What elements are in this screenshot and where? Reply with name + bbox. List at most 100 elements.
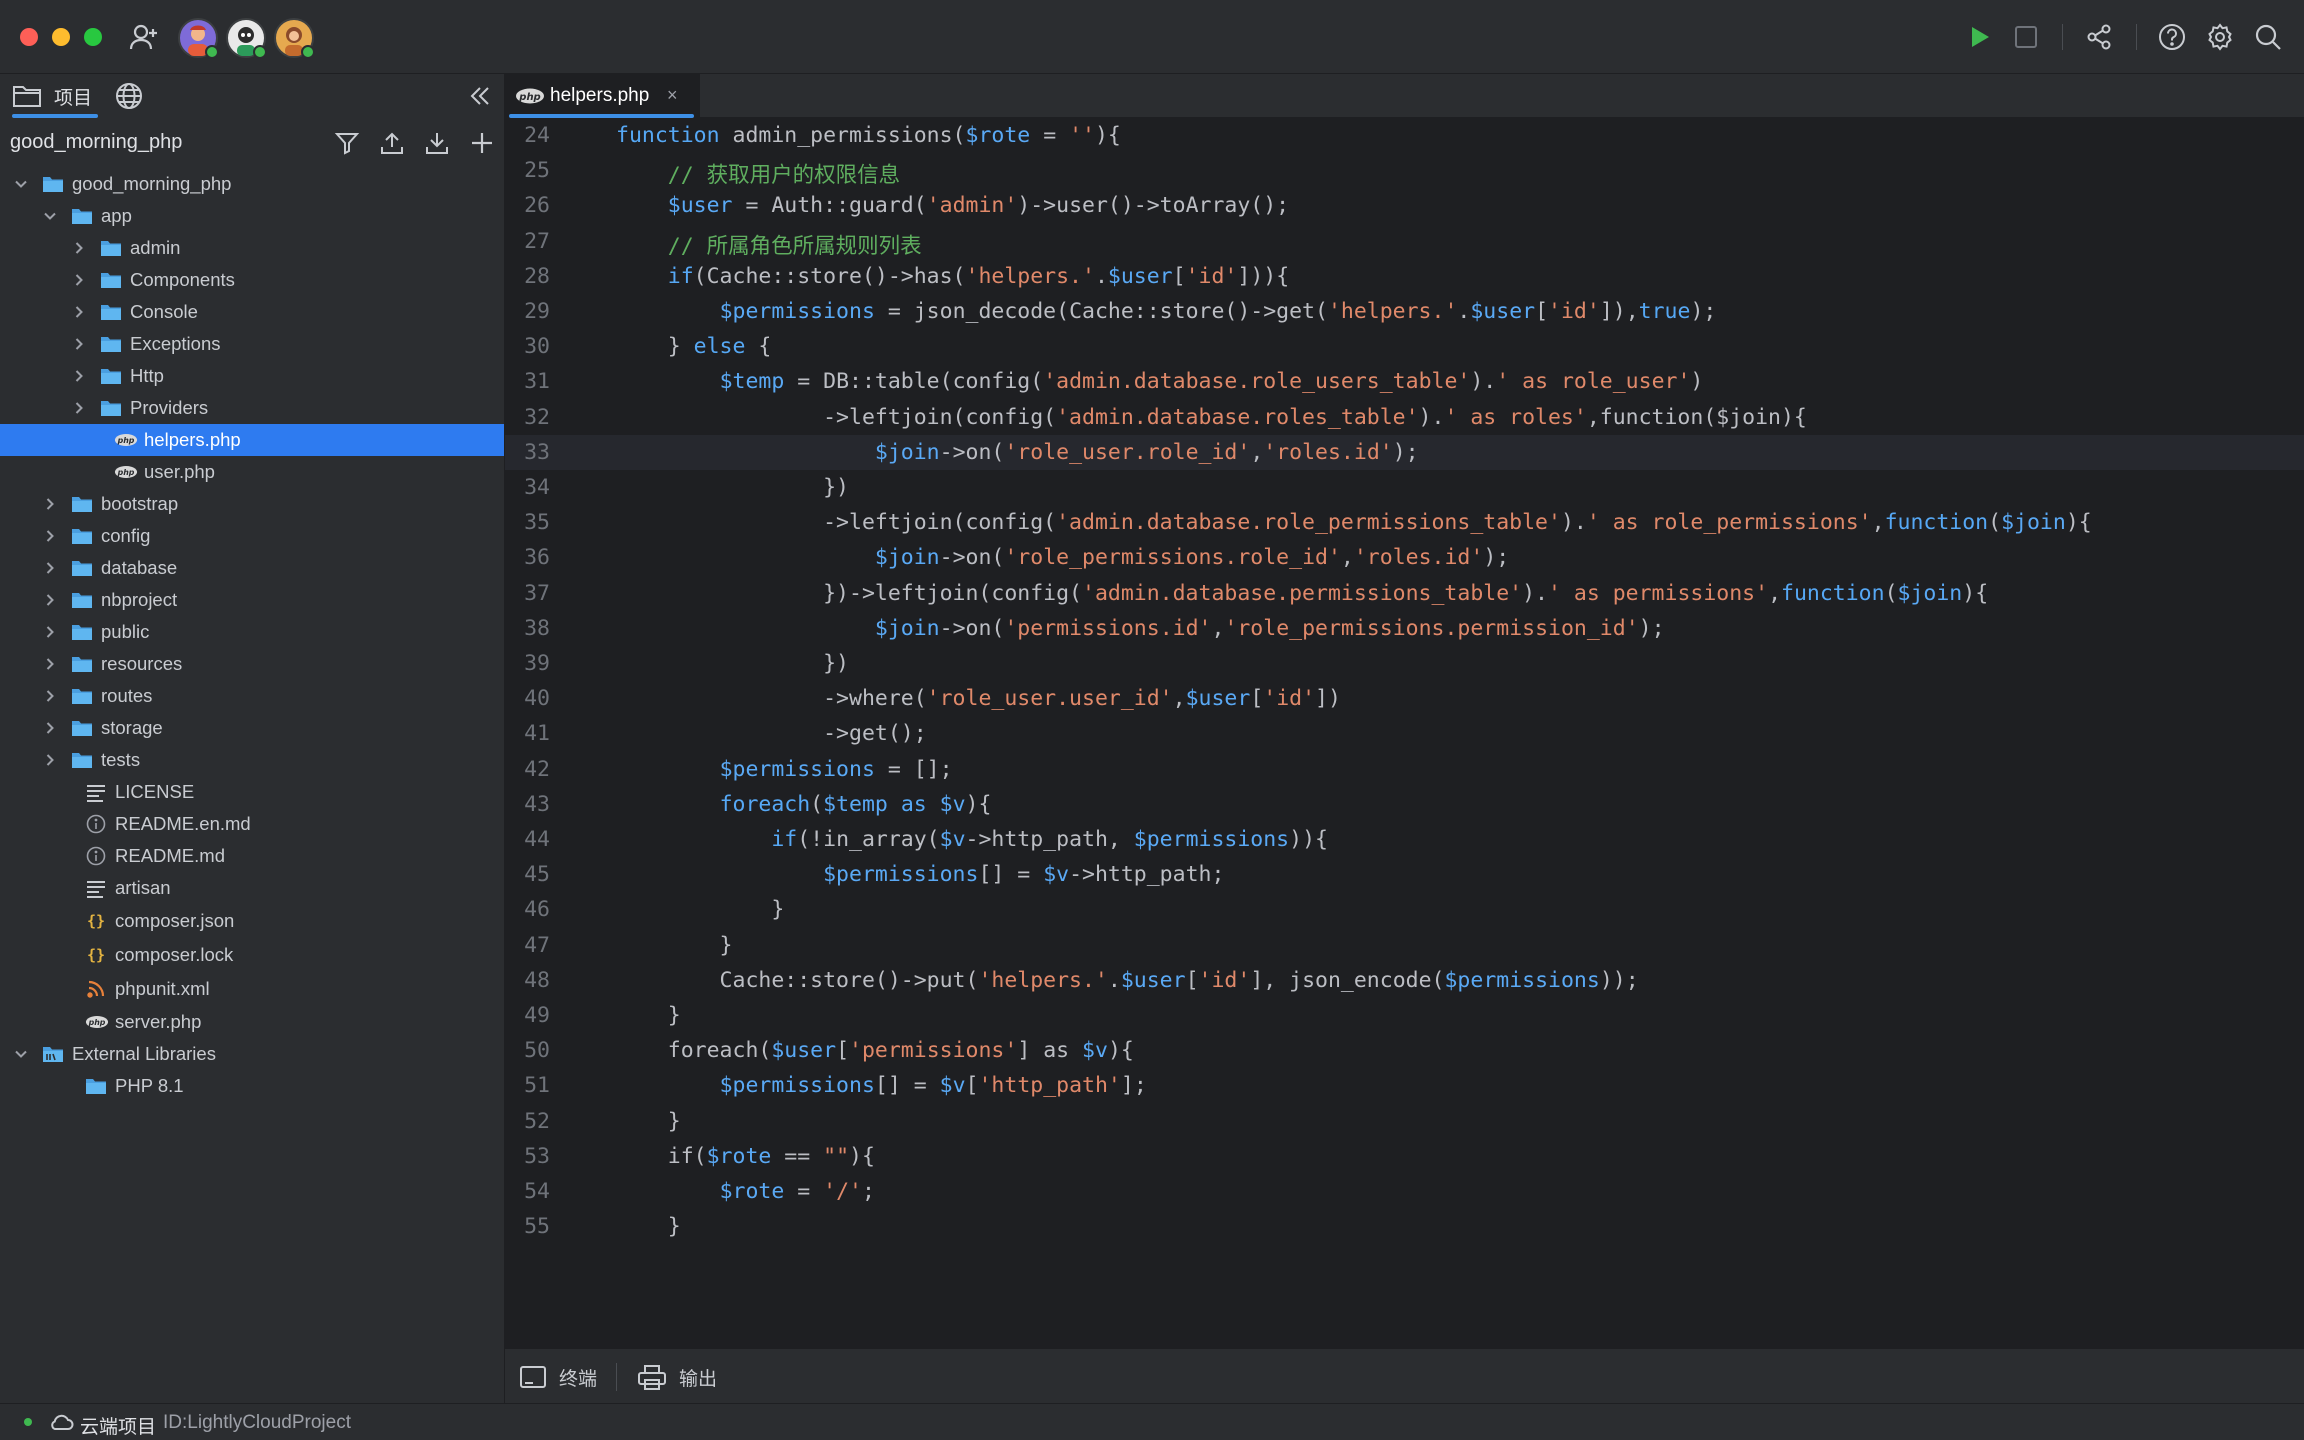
avatar-user-1[interactable] [178,18,219,59]
code-line[interactable]: 29 $permissions = json_decode(Cache::sto… [505,294,2304,329]
code-line[interactable]: 55 } [505,1209,2304,1244]
tree-item[interactable]: Http [0,360,504,392]
settings-gear-icon[interactable] [2201,18,2239,56]
chevron-right-icon[interactable] [42,624,58,640]
tree-item[interactable]: database [0,552,504,584]
code-line[interactable]: 54 $rote = '/'; [505,1174,2304,1209]
code-line[interactable]: 33 $join->on('role_user.role_id','roles.… [505,434,2304,470]
tree-item[interactable]: Console [0,296,504,328]
editor-tab-helpers-php[interactable]: php helpers.php × [505,74,700,118]
tree-item[interactable]: public [0,616,504,648]
tree-item[interactable]: routes [0,680,504,712]
code-line[interactable]: 53 if($rote == ""){ [505,1139,2304,1174]
tree-item[interactable]: artisan [0,872,504,904]
minimize-window-button[interactable] [52,28,70,46]
chevron-right-icon[interactable] [71,400,87,416]
tree-item[interactable]: php user.php [0,456,504,488]
code-line[interactable]: 31 $temp = DB::table(config('admin.datab… [505,364,2304,399]
avatar-user-2[interactable] [226,18,267,59]
tree-item[interactable]: bootstrap [0,488,504,520]
code-line[interactable]: 38 $join->on('permissions.id','role_perm… [505,611,2304,646]
tree-item[interactable]: config [0,520,504,552]
chevron-right-icon[interactable] [42,752,58,768]
tree-item[interactable]: {} composer.lock [0,939,504,971]
chevron-down-icon[interactable] [13,176,29,192]
output-button[interactable]: 输出 [637,1361,717,1393]
tree-item[interactable]: Providers [0,392,504,424]
code-line[interactable]: 41 ->get(); [505,716,2304,751]
upload-icon[interactable] [378,129,406,157]
code-editor[interactable]: 24 function admin_permissions($rote = '')… [505,118,2304,1348]
tree-item[interactable]: Components [0,264,504,296]
tree-item[interactable]: good_morning_php [0,168,504,200]
code-line[interactable]: 42 $permissions = []; [505,752,2304,787]
share-icon[interactable] [2080,18,2118,56]
code-line[interactable]: 43 foreach($temp as $v){ [505,787,2304,822]
chevron-right-icon[interactable] [71,368,87,384]
chevron-right-icon[interactable] [71,272,87,288]
tree-item[interactable]: app [0,200,504,232]
avatar-user-3[interactable] [274,18,315,59]
close-tab-icon[interactable]: × [667,85,678,106]
tree-item[interactable]: README.md [0,840,504,872]
search-icon[interactable] [2249,18,2287,56]
code-line[interactable]: 24 function admin_permissions($rote = '')… [505,118,2304,153]
tree-item[interactable]: README.en.md [0,808,504,840]
chevron-right-icon[interactable] [42,592,58,608]
close-window-button[interactable] [20,28,38,46]
stop-icon[interactable] [2007,18,2045,56]
chevron-right-icon[interactable] [42,560,58,576]
code-line[interactable]: 25 // 获取用户的权限信息 [505,153,2304,188]
code-line[interactable]: 40 ->where('role_user.user_id',$user['id… [505,681,2304,716]
code-line[interactable]: 45 $permissions[] = $v->http_path; [505,857,2304,892]
tree-item[interactable]: phpunit.xml [0,973,504,1005]
maximize-window-button[interactable] [84,28,102,46]
code-line[interactable]: 27 // 所属角色所属规则列表 [505,224,2304,259]
code-line[interactable]: 32 ->leftjoin(config('admin.database.rol… [505,400,2304,435]
tree-item[interactable]: PHP 8.1 [0,1070,504,1102]
code-line[interactable]: 49 } [505,998,2304,1033]
tree-item[interactable]: php server.php [0,1006,504,1038]
code-line[interactable]: 50 foreach($user['permissions'] as $v){ [505,1033,2304,1068]
code-line[interactable]: 46 } [505,892,2304,927]
chevron-right-icon[interactable] [71,240,87,256]
tree-item[interactable]: External Libraries [0,1038,504,1070]
code-line[interactable]: 34 }) [505,470,2304,505]
chevron-right-icon[interactable] [42,496,58,512]
cloud-project-label[interactable]: 云端项目 [80,1412,156,1439]
code-line[interactable]: 36 $join->on('role_permissions.role_id',… [505,540,2304,575]
code-line[interactable]: 37 })->leftjoin(config('admin.database.p… [505,576,2304,611]
add-file-icon[interactable] [468,129,496,157]
code-line[interactable]: 44 if(!in_array($v->http_path, $permissi… [505,822,2304,857]
tree-item[interactable]: LICENSE [0,776,504,808]
chevron-right-icon[interactable] [42,720,58,736]
code-line[interactable]: 52 } [505,1104,2304,1139]
code-line[interactable]: 28 if(Cache::store()->has('helpers.'.$us… [505,259,2304,294]
tree-item[interactable]: Exceptions [0,328,504,360]
tree-item[interactable]: admin [0,232,504,264]
filter-icon[interactable] [333,129,361,157]
chevron-down-icon[interactable] [13,1046,29,1062]
chevron-right-icon[interactable] [71,336,87,352]
add-user-icon[interactable] [125,18,163,56]
run-icon[interactable] [1960,18,1998,56]
help-icon[interactable] [2153,18,2191,56]
chevron-down-icon[interactable] [42,208,58,224]
code-line[interactable]: 39 }) [505,646,2304,681]
chevron-right-icon[interactable] [42,656,58,672]
tree-item[interactable]: php helpers.php [0,424,504,456]
terminal-button[interactable]: 终端 [519,1361,597,1393]
chevron-right-icon[interactable] [71,304,87,320]
collapse-sidebar-icon[interactable] [466,82,494,110]
code-line[interactable]: 51 $permissions[] = $v['http_path']; [505,1068,2304,1103]
code-line[interactable]: 47 } [505,928,2304,963]
tab-web[interactable] [114,74,154,118]
code-line[interactable]: 30 } else { [505,329,2304,364]
tree-item[interactable]: {} composer.json [0,905,504,937]
code-line[interactable]: 26 $user = Auth::guard('admin')->user()-… [505,188,2304,223]
chevron-right-icon[interactable] [42,688,58,704]
chevron-right-icon[interactable] [42,528,58,544]
tree-item[interactable]: tests [0,744,504,776]
download-icon[interactable] [423,129,451,157]
tree-item[interactable]: nbproject [0,584,504,616]
